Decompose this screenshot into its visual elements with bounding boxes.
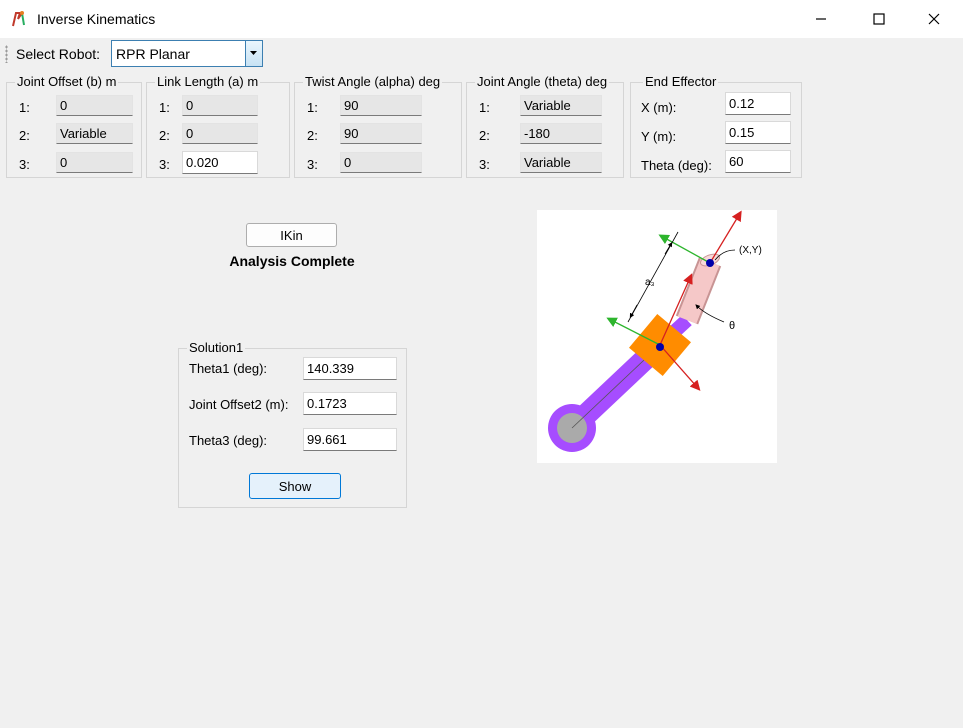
twist-angle-3-field[interactable]: 0 bbox=[340, 152, 422, 173]
theta-label: Theta (deg): bbox=[641, 158, 712, 173]
theta3-label: Theta3 (deg): bbox=[189, 433, 268, 448]
theta1-output[interactable]: 140.339 bbox=[303, 357, 397, 380]
twist-angle-2-field[interactable]: 90 bbox=[340, 123, 422, 144]
solution-group: Solution1 Theta1 (deg): 140.339 Joint Of… bbox=[178, 340, 407, 508]
joint-offset-group: Joint Offset (b) m 1: 0 2: Variable 3: 0 bbox=[6, 74, 142, 178]
row-label: 1: bbox=[307, 100, 318, 115]
row-label: 2: bbox=[159, 128, 170, 143]
robot-select-value: RPR Planar bbox=[116, 46, 190, 62]
link-length-1-field[interactable]: 0 bbox=[182, 95, 258, 116]
axis-z3 bbox=[658, 234, 711, 264]
joint-angle-title: Joint Angle (theta) deg bbox=[475, 74, 610, 89]
minimize-button[interactable] bbox=[792, 0, 850, 38]
row-label: 2: bbox=[479, 128, 490, 143]
end-effector-title: End Effector bbox=[643, 74, 719, 89]
theta-input[interactable]: 60 bbox=[725, 150, 791, 173]
joint-offset-title: Joint Offset (b) m bbox=[15, 74, 119, 89]
row-label: 1: bbox=[19, 100, 30, 115]
row-label: 1: bbox=[159, 100, 170, 115]
end-effector-group: End Effector X (m): 0.12 Y (m): 0.15 The… bbox=[630, 74, 802, 178]
chevron-down-icon bbox=[250, 51, 257, 55]
rpr-planar-illustration: a₃ θ (X,Y) bbox=[548, 210, 762, 452]
select-robot-label: Select Robot: bbox=[16, 46, 101, 62]
robot-select-dropdown[interactable] bbox=[245, 41, 262, 66]
twist-angle-title: Twist Angle (alpha) deg bbox=[303, 74, 443, 89]
row-label: 2: bbox=[19, 128, 30, 143]
window-title: Inverse Kinematics bbox=[37, 11, 156, 27]
theta3-output[interactable]: 99.661 bbox=[303, 428, 397, 451]
toolbar-grip[interactable] bbox=[5, 45, 8, 63]
twist-angle-group: Twist Angle (alpha) deg 1: 90 2: 90 3: 0 bbox=[294, 74, 462, 178]
xy-label: (X,Y) bbox=[739, 245, 762, 256]
joint-offset2-output[interactable]: 0.1723 bbox=[303, 392, 397, 415]
joint-offset-2-field[interactable]: Variable bbox=[56, 123, 133, 144]
row-label: 3: bbox=[19, 157, 30, 172]
link1 bbox=[548, 334, 671, 452]
show-button[interactable]: Show bbox=[249, 473, 341, 499]
end-effector-marker bbox=[706, 259, 714, 267]
joint2-marker bbox=[656, 343, 664, 351]
joint-angle-1-field[interactable]: Variable bbox=[520, 95, 602, 116]
close-icon bbox=[928, 13, 940, 25]
close-button[interactable] bbox=[905, 0, 963, 38]
ikin-button[interactable]: IKin bbox=[246, 223, 337, 247]
minimize-icon bbox=[816, 18, 826, 20]
solution-title: Solution1 bbox=[187, 340, 246, 355]
row-label: 3: bbox=[159, 157, 170, 172]
status-text: Analysis Complete bbox=[229, 253, 355, 269]
link-length-group: Link Length (a) m 1: 0 2: 0 3: 0.020 bbox=[146, 74, 290, 178]
theta-symbol: θ bbox=[729, 320, 735, 332]
theta1-label: Theta1 (deg): bbox=[189, 361, 268, 376]
row-label: 3: bbox=[479, 157, 490, 172]
link-length-3-input[interactable]: 0.020 bbox=[182, 151, 258, 174]
link-length-title: Link Length (a) m bbox=[155, 74, 261, 89]
link2 bbox=[675, 253, 722, 325]
joint-angle-2-field[interactable]: -180 bbox=[520, 123, 602, 144]
y-input[interactable]: 0.15 bbox=[725, 121, 791, 144]
toolbar: Select Robot: RPR Planar bbox=[0, 38, 963, 70]
robot-select[interactable]: RPR Planar bbox=[111, 40, 263, 67]
row-label: 3: bbox=[307, 157, 318, 172]
joint-angle-group: Joint Angle (theta) deg 1: Variable 2: -… bbox=[466, 74, 624, 178]
title-bar: Inverse Kinematics bbox=[0, 0, 963, 38]
app-icon bbox=[12, 11, 25, 27]
row-label: 2: bbox=[307, 128, 318, 143]
axis-x3 bbox=[709, 210, 742, 264]
joint-offset2-label: Joint Offset2 (m): bbox=[189, 397, 289, 412]
robot-diagram: a₃ θ (X,Y) bbox=[537, 210, 777, 463]
x-label: X (m): bbox=[641, 100, 677, 115]
row-label: 1: bbox=[479, 100, 490, 115]
joint-offset-3-field[interactable]: 0 bbox=[56, 152, 133, 173]
joint-angle-3-field[interactable]: Variable bbox=[520, 152, 602, 173]
y-label: Y (m): bbox=[641, 129, 677, 144]
a3-label: a₃ bbox=[645, 277, 655, 288]
joint-offset-1-field[interactable]: 0 bbox=[56, 95, 133, 116]
link-length-2-field[interactable]: 0 bbox=[182, 123, 258, 144]
maximize-icon bbox=[873, 13, 885, 25]
x-input[interactable]: 0.12 bbox=[725, 92, 791, 115]
twist-angle-1-field[interactable]: 90 bbox=[340, 95, 422, 116]
maximize-button[interactable] bbox=[850, 0, 908, 38]
